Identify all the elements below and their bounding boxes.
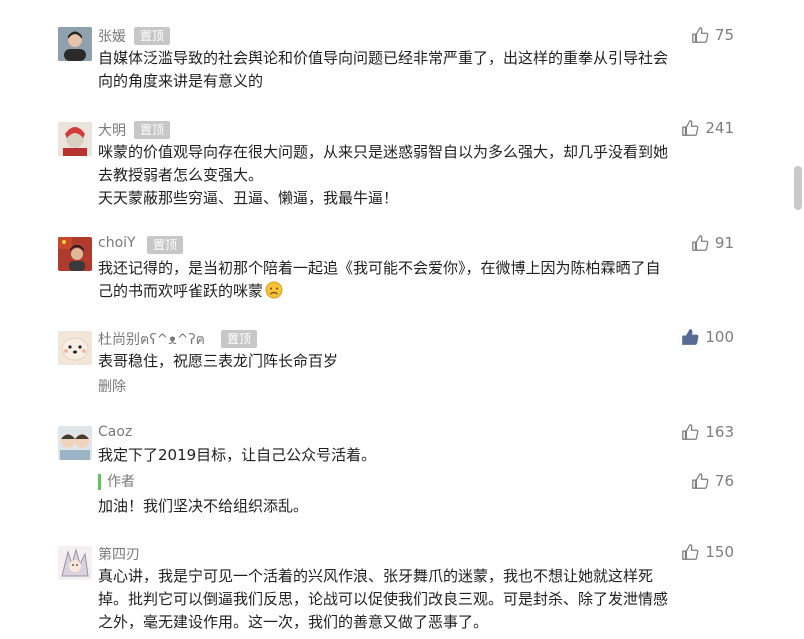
- avatar[interactable]: [58, 27, 92, 61]
- comment-text: 咪蒙的价值观导向存在很大问题，从来只是迷惑弱智自以为多么强大，却几乎没看到她 去…: [98, 141, 758, 210]
- author-reply-label: 作者: [98, 474, 135, 490]
- comment-line: 自媒体泛滥导致的社会舆论和价值导向问题已经非常严重了，出这样的重拳从引导社会: [98, 49, 669, 67]
- sad-face-icon: [265, 281, 283, 299]
- avatar[interactable]: [58, 426, 92, 460]
- pinned-badge: 置顶: [134, 121, 171, 139]
- thumbs-up-icon: [682, 544, 699, 560]
- scrollbar-thumb[interactable]: [794, 166, 802, 210]
- comment-line: 去教授弱者怎么变强大。: [98, 166, 264, 184]
- thumbs-up-icon: [682, 120, 699, 136]
- comment-author[interactable]: choiY: [98, 235, 136, 251]
- scrollbar[interactable]: [790, 0, 804, 639]
- comment-line: 真心讲，我是宁可见一个活着的兴风作浪、张牙舞爪的迷蒙，我也不想让她就这样死: [98, 567, 654, 585]
- like-button[interactable]: 75: [691, 26, 734, 44]
- comment-text: 我定下了2019目标，让自己公众号活着。: [98, 444, 758, 467]
- comment-line: 加油！我们坚决不给组织添乱。: [98, 497, 309, 515]
- like-button[interactable]: 100: [681, 328, 734, 346]
- comment-line: 掉。批判它可以倒逼我们反思，论战可以促使我们改良三观。可是封杀、除了发泄情感: [98, 590, 669, 608]
- like-count: 75: [714, 26, 734, 44]
- comment-author[interactable]: 杜尚别ฅʕ^ᴥ^ʔฅ: [98, 329, 205, 351]
- comment-text: 真心讲，我是宁可见一个活着的兴风作浪、张牙舞爪的迷蒙，我也不想让她就这样死 掉。…: [98, 565, 758, 634]
- comment-author[interactable]: 第四刃: [98, 544, 140, 564]
- comment-line: 表哥稳住，祝愿三表龙门阵长命百岁: [98, 352, 339, 370]
- like-count: 76: [714, 472, 734, 490]
- like-count: 150: [705, 543, 734, 561]
- like-button[interactable]: 91: [691, 234, 734, 252]
- like-count: 241: [705, 119, 734, 137]
- comment-author[interactable]: 大明: [98, 120, 126, 140]
- pinned-badge: 置顶: [221, 330, 258, 348]
- pinned-badge: 置顶: [134, 27, 171, 45]
- thumbs-up-icon: [682, 329, 699, 345]
- pinned-badge: 置顶: [147, 236, 184, 254]
- delete-link[interactable]: 删除: [98, 376, 126, 396]
- like-button[interactable]: 163: [681, 423, 734, 441]
- comment-text: 我还记得的，是当初那个陪着一起追《我可能不会爱你》，在微博上因为陈柏霖晒了自 己…: [98, 257, 758, 303]
- comment-line: 天天蒙蔽那些穷逼、丑逼、懒逼，我最牛逼！: [98, 189, 399, 207]
- comment-line: 咪蒙的价值观导向存在很大问题，从来只是迷惑弱智自以为多么强大，却几乎没看到她: [98, 143, 669, 161]
- like-button[interactable]: 150: [681, 543, 734, 561]
- comment-line: 之外，毫无建设作用。这一次，我们的善意又做了恶事了。: [98, 613, 489, 631]
- comment-text: 自媒体泛滥导致的社会舆论和价值导向问题已经非常严重了，出这样的重拳从引导社会 向…: [98, 47, 758, 93]
- comment-line: 我定下了2019目标，让自己公众号活着。: [98, 446, 377, 464]
- thumbs-up-icon: [692, 235, 709, 251]
- author-reply-text: 加油！我们坚决不给组织添乱。: [98, 495, 758, 518]
- thumbs-up-icon: [692, 473, 709, 489]
- comment-text: 表哥稳住，祝愿三表龙门阵长命百岁: [98, 350, 758, 373]
- comment-author[interactable]: Caoz: [98, 424, 132, 440]
- avatar[interactable]: [58, 237, 92, 271]
- like-count: 100: [705, 328, 734, 346]
- comment-line: 己的书而欢呼雀跃的咪蒙: [98, 280, 758, 303]
- like-count: 163: [705, 423, 734, 441]
- comment-author[interactable]: 张媛: [98, 26, 126, 46]
- avatar[interactable]: [58, 331, 92, 365]
- thumbs-up-icon: [682, 424, 699, 440]
- comment-line: 向的角度来讲是有意义的: [98, 72, 264, 90]
- comment-list: 张媛 置顶 75 自媒体泛滥导致的社会舆论和价值导向问题已经非常严重了，出这样的…: [0, 0, 804, 639]
- comment-line-text: 己的书而欢呼雀跃的咪蒙: [98, 282, 264, 300]
- avatar[interactable]: [58, 122, 92, 156]
- like-button[interactable]: 241: [681, 119, 734, 137]
- thumbs-up-icon: [692, 27, 709, 43]
- like-count: 91: [714, 234, 734, 252]
- like-button[interactable]: 76: [691, 472, 734, 490]
- comment-line: 我还记得的，是当初那个陪着一起追《我可能不会爱你》，在微博上因为陈柏霖晒了自: [98, 259, 661, 277]
- avatar[interactable]: [58, 546, 92, 580]
